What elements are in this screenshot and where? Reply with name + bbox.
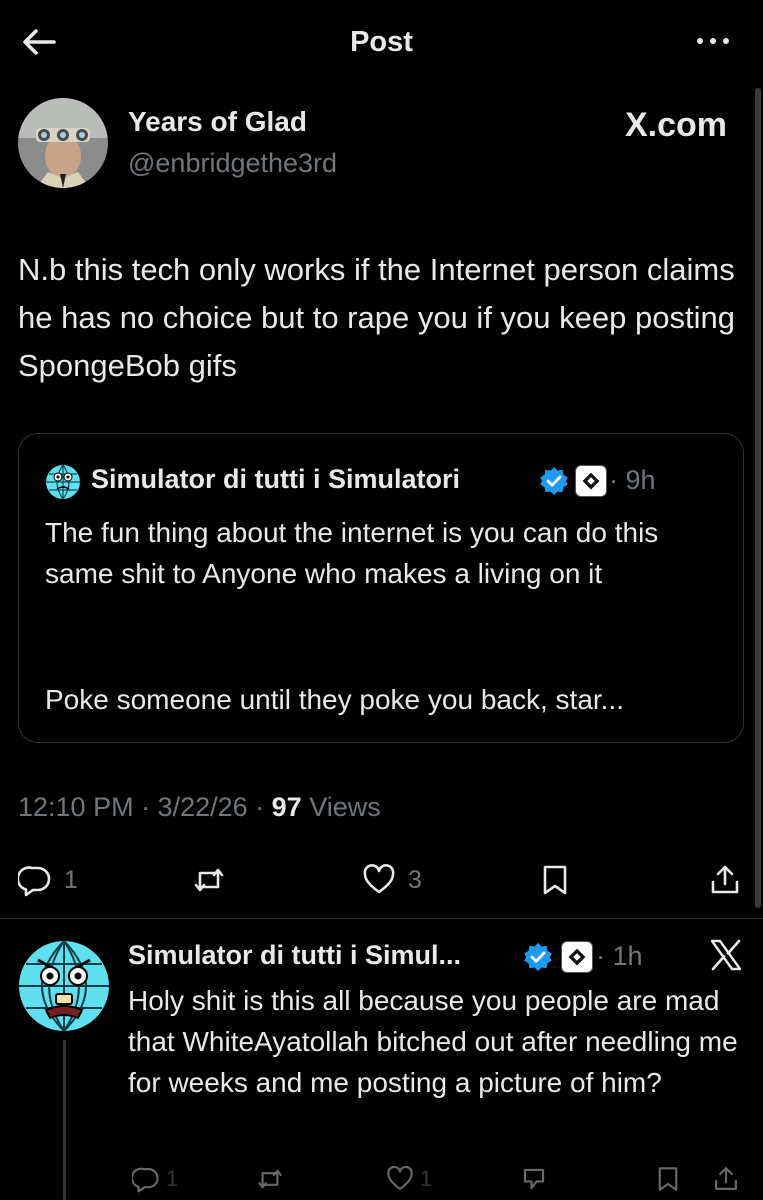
affiliate-badge-icon — [561, 941, 593, 973]
reply-icon — [132, 1167, 159, 1193]
reply-icon — [18, 866, 51, 897]
reply-button[interactable]: 1 — [18, 855, 78, 905]
quoted-post[interactable]: Simulator di tutti i Simulatori · 9h The… — [18, 433, 744, 743]
reply-time: · 1h — [596, 941, 643, 971]
author-avatar[interactable] — [18, 98, 108, 188]
author-handle[interactable]: @enbridgethe3rd — [128, 148, 337, 179]
quote-text: The fun thing about the internet is you … — [45, 517, 659, 589]
author-name[interactable]: Years of Glad — [128, 106, 307, 138]
page-title: Post — [350, 26, 413, 58]
more-icon — [697, 38, 729, 44]
share-icon — [711, 865, 739, 894]
repost-icon — [194, 868, 224, 892]
bookmark-icon — [543, 865, 567, 895]
reply-like-count: 1 — [420, 1166, 433, 1191]
quote-time: · 9h — [609, 465, 656, 495]
share-button[interactable] — [708, 855, 742, 905]
scrollbar-thumb[interactable] — [755, 88, 761, 908]
repost-icon — [258, 1169, 282, 1189]
reply-bookmark-button[interactable] — [654, 1158, 682, 1200]
globe-avatar-icon — [19, 940, 109, 1032]
post-meta: 12:10 PM · 3/22/26 · 97 Views — [18, 792, 381, 823]
views-label: Views — [301, 792, 381, 822]
bookmark-button[interactable] — [538, 855, 572, 905]
verified-icon — [523, 942, 553, 972]
quote-text-continued: Poke someone until they poke you back, s… — [45, 684, 625, 715]
grok-icon — [523, 1168, 545, 1190]
like-icon — [387, 1165, 413, 1190]
x-logo-icon[interactable] — [709, 938, 743, 972]
affiliate-badge-icon — [575, 465, 607, 497]
like-count: 3 — [408, 865, 422, 894]
reply-count: 1 — [64, 865, 78, 894]
like-icon — [363, 864, 395, 894]
reply-author-avatar[interactable] — [18, 940, 110, 1032]
like-button[interactable]: 3 — [362, 855, 422, 905]
avatar-image — [18, 98, 108, 188]
reply-author-name[interactable]: Simulator di tutti i Simul... — [128, 940, 461, 971]
reply-repost-button[interactable] — [256, 1158, 284, 1200]
post-timestamp[interactable]: 12:10 PM · 3/22/26 · — [18, 792, 272, 822]
reply-like-button[interactable]: 1 — [386, 1158, 432, 1200]
bookmark-icon — [658, 1167, 678, 1191]
repost-button[interactable] — [192, 855, 226, 905]
divider — [0, 918, 763, 919]
reply-reply-button[interactable]: 1 — [132, 1158, 178, 1200]
more-options-button[interactable] — [693, 26, 733, 56]
quote-author-name[interactable]: Simulator di tutti i Simulatori — [91, 464, 460, 495]
reply-action-bar: 1 1 — [0, 1158, 763, 1200]
views-count: 97 — [271, 792, 302, 822]
post-text: N.b this tech only works if the Internet… — [18, 252, 735, 383]
quote-author-avatar[interactable] — [45, 464, 81, 500]
verified-icon — [539, 466, 569, 496]
scrollbar[interactable] — [755, 86, 761, 1200]
top-bar: Post — [0, 0, 763, 86]
x-com-watermark: X.com — [624, 106, 727, 144]
reply-share-button[interactable] — [712, 1158, 740, 1200]
post-action-bar: 1 3 — [0, 855, 763, 905]
grok-button[interactable] — [520, 1158, 548, 1200]
reply-text: Holy shit is this all because you people… — [128, 985, 738, 1098]
reply-reply-count: 1 — [166, 1166, 179, 1191]
share-icon — [715, 1167, 737, 1190]
globe-avatar-icon — [46, 464, 80, 500]
